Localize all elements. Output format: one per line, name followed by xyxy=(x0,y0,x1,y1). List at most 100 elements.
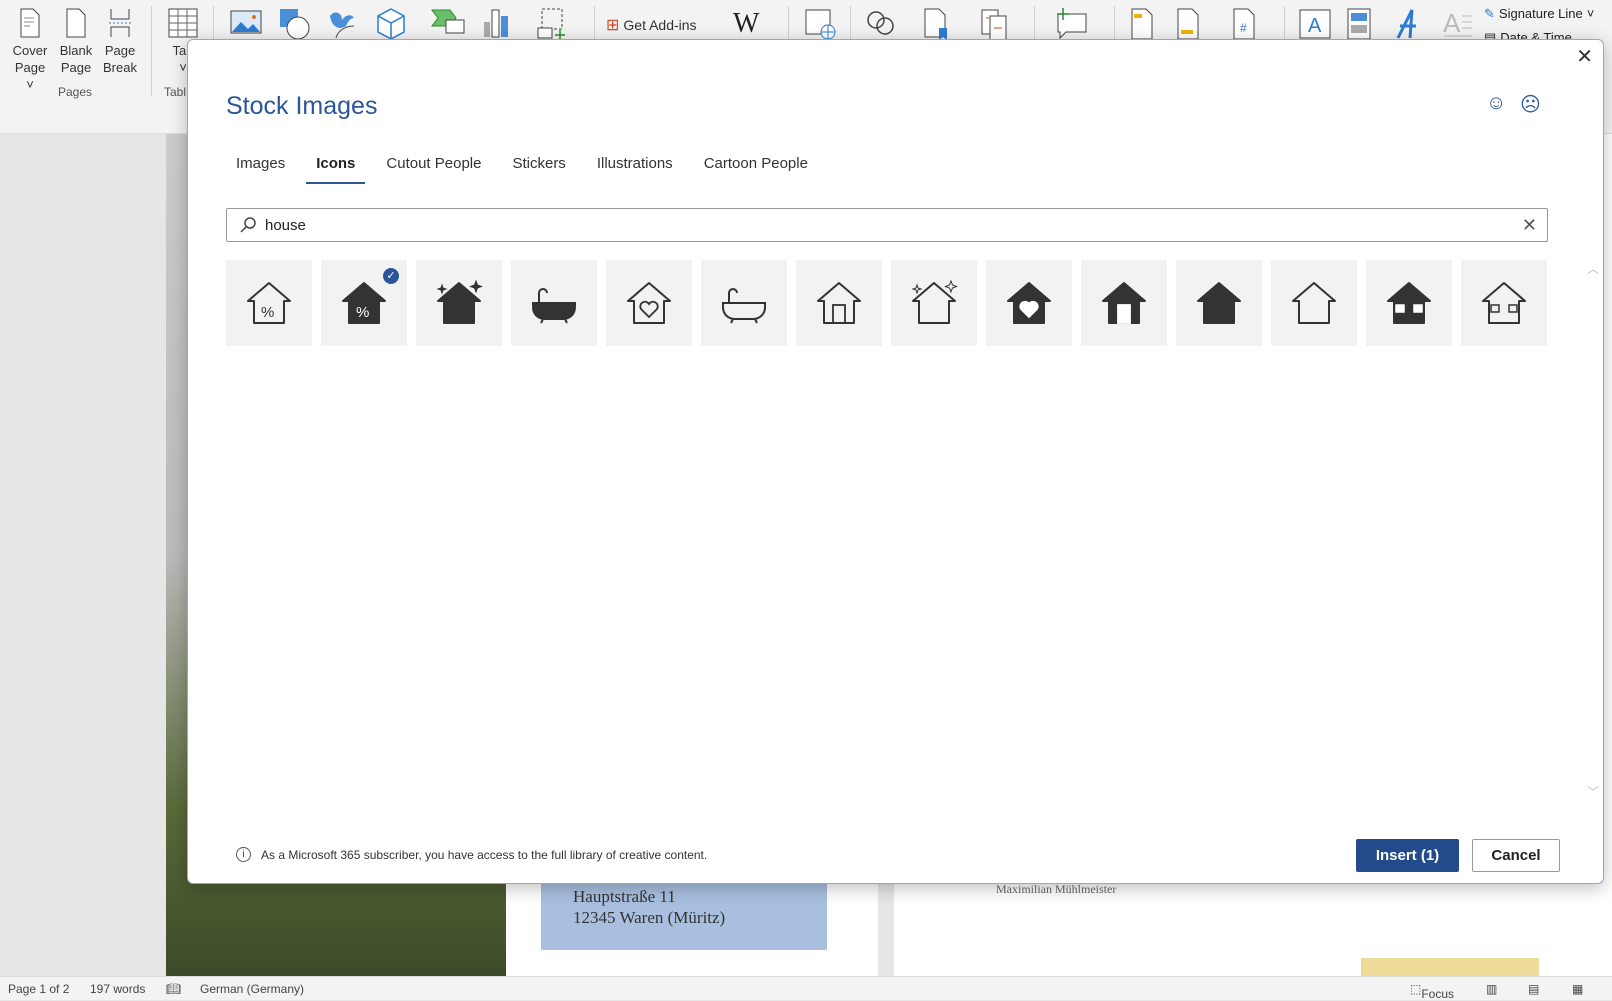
house-sparkle-outline-icon xyxy=(911,279,958,324)
tab-stickers[interactable]: Stickers xyxy=(502,155,575,184)
icon-tile[interactable] xyxy=(1366,260,1452,346)
dialog-title: Stock Images xyxy=(226,92,378,120)
frown-feedback-icon[interactable]: ☹ xyxy=(1520,92,1541,117)
icon-tile[interactable] xyxy=(986,260,1072,346)
icon-tile[interactable] xyxy=(891,260,977,346)
wikipedia-button[interactable]: W xyxy=(733,8,759,40)
quick-parts-icon[interactable] xyxy=(1346,8,1372,40)
info-icon: i xyxy=(236,847,251,862)
link-icon[interactable] xyxy=(864,8,898,38)
scroll-up-icon[interactable]: ︿ xyxy=(1587,260,1601,277)
icon-tile[interactable] xyxy=(1271,260,1357,346)
icon-tile[interactable] xyxy=(511,260,597,346)
comment-icon[interactable] xyxy=(1054,8,1090,40)
label: Page xyxy=(104,43,136,58)
wordart-icon[interactable] xyxy=(1394,8,1422,40)
3d-models-icon[interactable] xyxy=(376,8,406,40)
search-input[interactable] xyxy=(265,216,1522,234)
icon-tile[interactable] xyxy=(416,260,502,346)
page-count[interactable]: Page 1 of 2 xyxy=(8,982,69,996)
divider xyxy=(151,6,152,96)
header-icon[interactable] xyxy=(1130,8,1156,40)
smile-feedback-icon[interactable]: ☺ xyxy=(1486,92,1506,115)
web-layout-icon[interactable]: ▦ xyxy=(1572,982,1583,996)
stock-images-dialog: Stock Images ✕ ☺ ☹ Images Icons Cutout P… xyxy=(187,39,1604,884)
search-box: ✕ xyxy=(226,208,1548,242)
page-break-button[interactable]: Page Break xyxy=(100,8,140,76)
shapes-icon[interactable] xyxy=(278,8,312,40)
pictures-icon[interactable] xyxy=(230,8,262,36)
clear-search-icon[interactable]: ✕ xyxy=(1522,215,1537,236)
print-layout-icon[interactable]: ▤ xyxy=(1528,982,1539,996)
bathtub-outline-icon xyxy=(722,288,766,324)
icons-icon[interactable] xyxy=(326,8,358,40)
icon-tile[interactable]: % ✓ xyxy=(321,260,407,346)
label: Break xyxy=(103,60,137,75)
page-break-icon xyxy=(109,9,131,37)
address-block: Hauptstraße 11 12345 Waren (Müritz) xyxy=(541,880,827,950)
tab-illustrations[interactable]: Illustrations xyxy=(587,155,683,184)
chart-icon[interactable] xyxy=(482,8,510,38)
cross-reference-icon[interactable] xyxy=(980,8,1010,40)
word-count[interactable]: 197 words xyxy=(90,982,145,996)
icon-results-grid: % % ✓ xyxy=(226,260,1547,346)
signature-line-button[interactable]: ✎ Signature Line ˅ xyxy=(1484,6,1594,22)
table-icon xyxy=(168,8,198,38)
proofing-icon[interactable]: 📖︎ xyxy=(166,982,181,996)
addins-icon: ⊞ xyxy=(606,17,620,34)
label: Page xyxy=(60,60,92,75)
house-sparkle-filled-icon xyxy=(436,279,483,324)
label: Get Add-ins xyxy=(623,17,697,33)
label: Signature Line xyxy=(1498,6,1583,21)
label: Blank xyxy=(59,43,93,58)
group-label-pages: Pages xyxy=(58,85,93,99)
read-mode-icon[interactable]: ▥ xyxy=(1486,982,1497,996)
online-video-icon[interactable] xyxy=(804,8,838,40)
get-addins-button[interactable]: ⊞ Get Add-ins xyxy=(606,15,697,35)
icon-tile[interactable] xyxy=(1176,260,1262,346)
smartart-icon[interactable] xyxy=(430,8,466,36)
house-heart-filled-icon xyxy=(1007,282,1051,324)
icon-tile[interactable] xyxy=(1461,260,1547,346)
signature-icon: ✎ xyxy=(1484,6,1495,21)
label: Cover xyxy=(12,43,48,58)
cover-page-button[interactable]: Cover Page ˅ xyxy=(10,8,50,93)
tab-cutout-people[interactable]: Cutout People xyxy=(376,155,491,184)
footer-icon[interactable] xyxy=(1176,8,1202,40)
author-name: Maximilian Mühlmeister xyxy=(996,882,1117,896)
label: Focus xyxy=(1421,987,1455,1001)
icon-tile[interactable]: % xyxy=(226,260,312,346)
house-heart-outline-icon xyxy=(627,282,671,324)
chevron-down-icon: ˅ xyxy=(1586,6,1595,21)
blank-page-icon xyxy=(66,8,86,38)
icon-tile[interactable] xyxy=(606,260,692,346)
insert-button[interactable]: Insert (1) xyxy=(1356,839,1459,872)
page-number-icon[interactable]: # xyxy=(1232,8,1258,40)
blank-page-button[interactable]: Blank Page xyxy=(56,8,96,76)
screenshot-icon[interactable] xyxy=(536,8,570,40)
icon-tile[interactable] xyxy=(796,260,882,346)
focus-button[interactable]: ⬚ Focus xyxy=(1410,982,1454,1001)
text-box-icon[interactable]: A xyxy=(1298,8,1332,40)
drop-cap-icon[interactable]: A xyxy=(1442,8,1474,38)
scrollbar[interactable]: ︿ ﹀ xyxy=(1587,260,1601,800)
tab-icons[interactable]: Icons xyxy=(306,155,366,184)
close-icon[interactable]: ✕ xyxy=(1576,44,1593,69)
house-door-outline-icon xyxy=(817,282,861,324)
scroll-down-icon[interactable]: ﹀ xyxy=(1587,783,1599,800)
cancel-button[interactable]: Cancel xyxy=(1472,839,1560,872)
cover-page-icon xyxy=(20,8,40,38)
tab-images[interactable]: Images xyxy=(226,155,295,184)
svg-text:A: A xyxy=(1443,8,1461,38)
bookmark-icon[interactable] xyxy=(922,8,952,40)
language[interactable]: German (Germany) xyxy=(200,982,304,996)
house-percent-outline-icon: % xyxy=(247,282,291,324)
svg-text:#: # xyxy=(1240,21,1247,35)
tab-bar: Images Icons Cutout People Stickers Illu… xyxy=(226,155,829,184)
icon-tile[interactable] xyxy=(1081,260,1167,346)
selected-check-icon: ✓ xyxy=(383,268,399,284)
icon-tile[interactable] xyxy=(701,260,787,346)
svg-text:A: A xyxy=(1308,15,1322,37)
svg-text:%: % xyxy=(261,304,274,321)
tab-cartoon-people[interactable]: Cartoon People xyxy=(694,155,818,184)
